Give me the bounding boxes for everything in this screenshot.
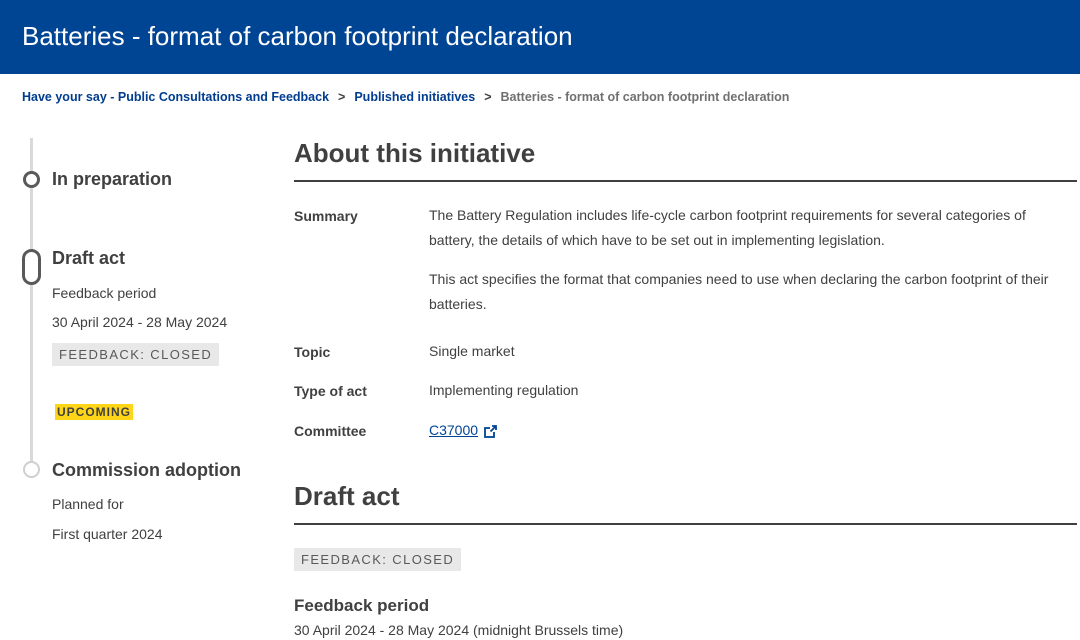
summary-paragraph-1: The Battery Regulation includes life-cyc…	[429, 207, 1026, 248]
external-link-icon[interactable]	[484, 424, 498, 438]
stage-completed-icon	[23, 171, 40, 188]
type-of-act-value: Implementing regulation	[429, 382, 579, 398]
topic-label: Topic	[294, 344, 331, 360]
about-divider	[294, 180, 1077, 182]
feedback-period-title: Feedback period	[294, 596, 430, 615]
breadcrumb-link-have-your-say[interactable]: Have your say - Public Consultations and…	[22, 88, 329, 106]
stage-in-preparation-title: In preparation	[52, 169, 173, 189]
breadcrumb-link-published-initiatives[interactable]: Published initiatives	[354, 88, 475, 106]
draft-act-divider	[294, 523, 1077, 525]
stage-planned-date: First quarter 2024	[52, 526, 163, 542]
topic-value: Single market	[429, 343, 515, 359]
summary-label: Summary	[294, 208, 358, 224]
stage-planned-label: Planned for	[52, 496, 124, 512]
about-heading: About this initiative	[294, 138, 536, 168]
breadcrumb-separator-icon: >	[338, 90, 346, 104]
upcoming-badge: UPCOMING	[55, 404, 133, 420]
breadcrumb-current: Batteries - format of carbon footprint d…	[500, 90, 790, 104]
stage-commission-adoption-title: Commission adoption	[52, 460, 241, 480]
stage-future-icon	[23, 461, 40, 478]
draft-act-heading: Draft act	[294, 481, 400, 511]
committee-label: Committee	[294, 423, 367, 439]
breadcrumb: Have your say - Public Consultations and…	[22, 88, 789, 106]
committee-value: C37000	[429, 418, 1074, 443]
feedback-period-dates: 30 April 2024 - 28 May 2024 (midnight Br…	[294, 622, 624, 638]
stage-draft-act-period: 30 April 2024 - 28 May 2024	[52, 314, 228, 330]
stage-draft-act-title: Draft act	[52, 248, 126, 268]
summary-paragraph-2: This act specifies the format that compa…	[429, 271, 1049, 312]
stage-current-icon	[22, 249, 41, 285]
stage-feedback-status-badge: FEEDBACK: CLOSED	[52, 343, 220, 366]
draft-act-feedback-status-badge: FEEDBACK: CLOSED	[294, 548, 462, 571]
page-title: Batteries - format of carbon footprint d…	[22, 21, 573, 51]
committee-link[interactable]: C37000	[429, 422, 478, 438]
page-header: Batteries - format of carbon footprint d…	[0, 0, 1080, 74]
type-of-act-label: Type of act	[294, 383, 367, 399]
stage-draft-act-period-label: Feedback period	[52, 285, 157, 301]
breadcrumb-separator-icon: >	[484, 90, 492, 104]
